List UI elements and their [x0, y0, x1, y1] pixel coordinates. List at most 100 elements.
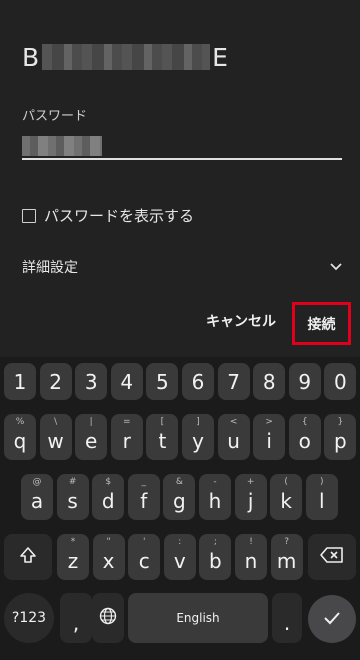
- key-t[interactable]: [t: [146, 414, 179, 460]
- connect-button[interactable]: 接続: [292, 302, 351, 345]
- key-d[interactable]: $ d: [92, 474, 125, 520]
- key-hint: \: [54, 417, 58, 427]
- key-label: z: [67, 549, 79, 573]
- key-label: j: [247, 489, 254, 513]
- key-p[interactable]: } p: [324, 414, 357, 460]
- key-3[interactable]: 3: [75, 363, 108, 400]
- password-field[interactable]: [22, 136, 102, 156]
- key-v[interactable]: :v: [163, 534, 196, 580]
- key-label: o: [298, 429, 311, 453]
- key-j[interactable]: + j: [234, 474, 267, 520]
- key-hint: ": [106, 537, 111, 547]
- key-hint: #: [68, 477, 77, 487]
- cancel-button[interactable]: キャンセル: [206, 311, 276, 331]
- key-hint: _: [141, 477, 147, 487]
- key-1[interactable]: 1: [4, 363, 36, 400]
- soft-keyboard: 1 2 3 4 5 6 7 8 9 0% q \ w | e = r[t] y < u > i{o} p @ a # s $ d _ f & g…: [0, 357, 360, 660]
- key-w[interactable]: \ w: [39, 414, 72, 460]
- key-b[interactable]: ; b: [199, 534, 232, 580]
- symbols-key[interactable]: ?123: [4, 593, 54, 643]
- key-label: ,: [72, 611, 80, 635]
- key-label: m: [276, 549, 297, 573]
- key-k[interactable]: (k: [270, 474, 303, 520]
- key-r[interactable]: = r: [110, 414, 143, 460]
- key-e[interactable]: | e: [75, 414, 108, 460]
- key-label: s: [67, 489, 78, 513]
- globe-key[interactable]: [92, 593, 124, 643]
- key-label: a: [30, 489, 44, 513]
- key-hint: -: [213, 477, 217, 487]
- key-label: 3: [84, 369, 98, 394]
- connect-label: 接続: [307, 316, 336, 333]
- key-label: 7: [227, 369, 240, 394]
- key-label: 9: [298, 369, 312, 394]
- space-key[interactable]: English: [128, 593, 268, 643]
- key-label: t: [158, 429, 167, 453]
- key-h[interactable]: -h: [199, 474, 231, 520]
- chevron-down-icon[interactable]: [328, 259, 344, 275]
- key-2[interactable]: 2: [39, 363, 72, 400]
- key-hint: @: [32, 477, 42, 487]
- key-label: i: [266, 429, 272, 453]
- network-name-redacted: [42, 44, 211, 70]
- key-label: English: [176, 611, 220, 625]
- key-label: p: [334, 429, 347, 453]
- key-i[interactable]: > i: [253, 414, 286, 460]
- key-hint: ': [142, 537, 146, 547]
- key-label: 6: [191, 369, 205, 394]
- key-0[interactable]: 0: [324, 363, 357, 400]
- show-password-checkbox[interactable]: [22, 208, 36, 223]
- key-label: w: [47, 429, 64, 453]
- show-password-row[interactable]: パスワードを表示する: [22, 205, 194, 226]
- key-8[interactable]: 8: [253, 363, 286, 400]
- key-label: 2: [49, 369, 62, 394]
- key-u[interactable]: < u: [217, 414, 250, 460]
- key-hint: %: [15, 417, 25, 427]
- key-y[interactable]: ] y: [182, 414, 214, 460]
- key-x[interactable]: " x: [92, 534, 125, 580]
- key-label: 1: [13, 369, 27, 394]
- key-label: q: [13, 429, 27, 453]
- key-m[interactable]: ? m: [270, 534, 303, 580]
- key-c[interactable]: ' c: [128, 534, 161, 580]
- key-9[interactable]: 9: [288, 363, 321, 400]
- key-hint: *: [70, 537, 76, 547]
- key-label: 5: [156, 369, 169, 394]
- key-o[interactable]: {o: [288, 414, 321, 460]
- password-label: パスワード: [22, 109, 88, 124]
- key-label: e: [85, 429, 98, 453]
- key-q[interactable]: % q: [4, 414, 36, 460]
- key-hint: ?: [284, 537, 289, 547]
- key-f[interactable]: _ f: [127, 474, 160, 520]
- key-hint: +: [246, 477, 255, 487]
- key-l[interactable]: ) l: [305, 474, 338, 520]
- key-label: v: [173, 549, 186, 573]
- key-5[interactable]: 5: [146, 363, 179, 400]
- key-a[interactable]: @ a: [21, 474, 53, 520]
- key-z[interactable]: * z: [57, 534, 89, 580]
- key-g[interactable]: & g: [163, 474, 196, 520]
- key-4[interactable]: 4: [110, 363, 143, 400]
- key-s[interactable]: # s: [56, 474, 89, 520]
- network-name-first: B: [22, 42, 41, 72]
- password-underline: [22, 158, 342, 160]
- key-label: n: [244, 549, 258, 573]
- key-label: k: [280, 489, 292, 513]
- backspace-icon: [319, 545, 345, 569]
- shift-key[interactable]: [4, 534, 52, 580]
- key-7[interactable]: 7: [217, 363, 250, 400]
- enter-key[interactable]: [308, 595, 356, 643]
- key-hint: ;: [213, 537, 217, 547]
- key-6[interactable]: 6: [182, 363, 214, 400]
- key-label: f: [140, 489, 148, 513]
- key-label: u: [227, 429, 240, 453]
- network-name-last: E: [212, 42, 229, 72]
- key-label: 0: [334, 369, 347, 394]
- comma-key[interactable]: ,: [60, 593, 92, 643]
- backspace-key[interactable]: [308, 534, 356, 580]
- key-n[interactable]: ! n: [235, 534, 267, 580]
- key-hint: $: [105, 477, 112, 487]
- period-key[interactable]: .: [272, 593, 302, 643]
- advanced-settings-row[interactable]: 詳細設定: [22, 256, 344, 278]
- key-label: b: [209, 549, 222, 573]
